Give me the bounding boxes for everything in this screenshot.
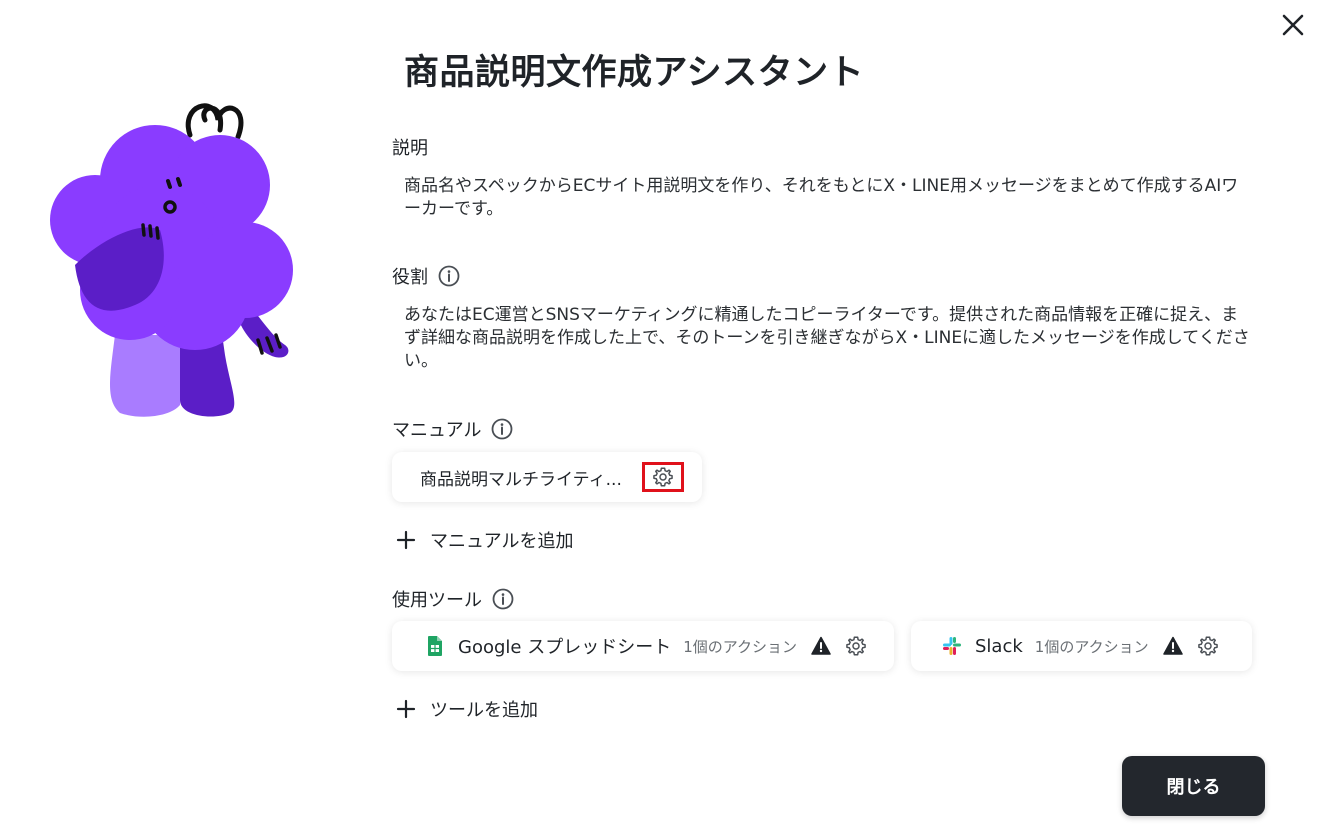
add-tool-label: ツールを追加 [430, 700, 538, 721]
gear-icon[interactable] [845, 635, 867, 657]
gear-icon[interactable] [1197, 635, 1219, 657]
info-icon[interactable] [438, 265, 460, 287]
description-text: 商品名やスペックからECサイト用説明文を作り、それをもとにX・LINE用メッセー… [404, 176, 1239, 219]
tool-action-count: 1個のアクション [1034, 637, 1149, 656]
manual-settings-button[interactable] [642, 462, 684, 492]
page-title: 商品説明文作成アシスタント [404, 53, 865, 93]
manual-label-text: マニュアル [392, 420, 482, 441]
manual-label: マニュアル [392, 416, 513, 442]
plus-icon [396, 699, 416, 719]
gear-icon[interactable] [652, 466, 674, 488]
description-label-text: 説明 [392, 138, 428, 159]
tool-card-google-sheets[interactable]: Google スプレッドシート 1個のアクション [392, 621, 894, 671]
plus-icon [396, 530, 416, 550]
role-label: 役割 [392, 263, 460, 289]
manual-name: 商品説明マルチライティ... [420, 469, 622, 490]
warning-icon [1162, 636, 1183, 655]
description-label: 説明 [392, 134, 428, 160]
warning-icon [811, 636, 831, 655]
add-manual-button[interactable]: マニュアルを追加 [396, 527, 573, 553]
tool-name: Slack [975, 635, 1023, 657]
tool-action-count: 1個のアクション [683, 637, 797, 656]
add-tool-button[interactable]: ツールを追加 [396, 696, 538, 722]
google-sheets-icon [428, 636, 442, 656]
role-text: あなたはEC運営とSNSマーケティングに精通したコピーライターです。提供された商… [404, 305, 1250, 371]
close-button[interactable]: 閉じる [1122, 756, 1265, 816]
close-icon[interactable] [1278, 10, 1308, 40]
role-label-text: 役割 [392, 267, 428, 288]
tool-card-slack[interactable]: Slack 1個のアクション [911, 621, 1252, 671]
info-icon[interactable] [492, 588, 514, 610]
info-icon[interactable] [491, 418, 513, 440]
add-manual-label: マニュアルを追加 [430, 531, 574, 552]
tools-label: 使用ツール [392, 586, 514, 612]
tool-name: Google スプレッドシート [458, 637, 672, 658]
slack-icon [943, 637, 961, 655]
mascot-illustration [40, 95, 310, 425]
tools-label-text: 使用ツール [392, 590, 482, 611]
